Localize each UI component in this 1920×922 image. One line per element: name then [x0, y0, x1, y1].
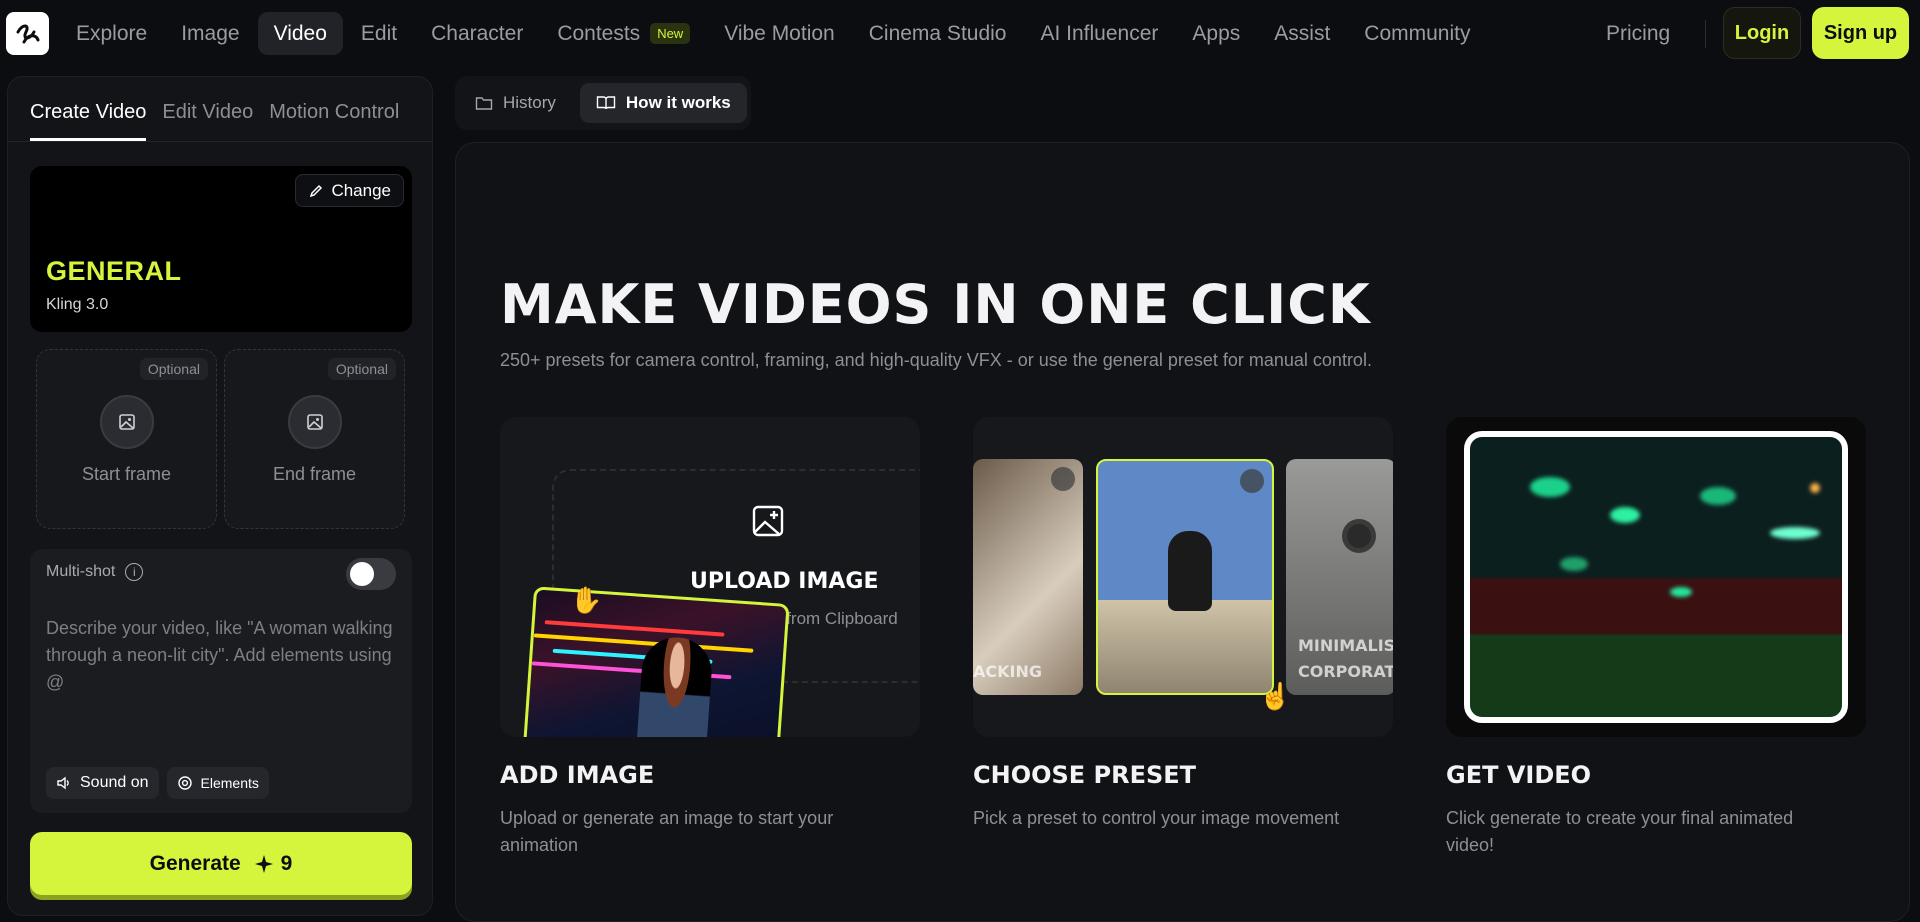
tabs-divider	[8, 141, 432, 142]
image-icon	[99, 395, 154, 449]
model-name: GENERAL	[46, 256, 182, 286]
tab-history[interactable]: History	[459, 83, 572, 123]
preset-label: ACKING	[973, 662, 1042, 681]
step-description: Upload or generate an image to start you…	[500, 808, 834, 855]
hero-title: MAKE VIDEOS IN ONE CLICK	[500, 273, 1371, 336]
nav-vibe-motion[interactable]: Vibe Motion	[708, 12, 851, 55]
hand-cursor-icon: ✋	[570, 585, 603, 615]
tab-how-it-works[interactable]: How it works	[579, 83, 747, 123]
step-description: Pick a preset to control your image move…	[973, 808, 1340, 828]
nav-cinema-studio[interactable]: Cinema Studio	[853, 12, 1023, 55]
generate-label: Generate	[149, 851, 241, 875]
nav-community[interactable]: Community	[1348, 12, 1486, 55]
sample-photo	[522, 586, 790, 737]
book-icon	[596, 96, 616, 110]
toggle-knob	[350, 562, 374, 586]
app-logo[interactable]	[6, 12, 49, 55]
nav-image[interactable]: Image	[165, 12, 255, 55]
start-frame-upload[interactable]: Optional Start frame	[36, 349, 217, 529]
change-model-button[interactable]: Change	[295, 174, 404, 207]
create-panel: Create Video Edit Video Motion Control C…	[7, 76, 433, 916]
view-tabs: History How it works	[455, 76, 751, 130]
add-image-card: UPLOAD IMAGE Paste from Clipboard ✋	[500, 417, 920, 737]
preset-thumb: ACKING	[973, 459, 1083, 695]
choose-preset-card: ACKING MINIMALISM CORPORATE ☝	[973, 417, 1393, 737]
folder-icon	[475, 97, 493, 110]
credit-cost: 9	[253, 851, 293, 876]
optional-badge: Optional	[139, 358, 208, 380]
logo-icon	[16, 24, 39, 43]
history-label: History	[503, 93, 556, 112]
top-nav: Explore Image Video Edit Character Conte…	[0, 0, 1920, 67]
preset-thumb-selected	[1096, 459, 1274, 695]
info-icon[interactable]: i	[125, 563, 144, 581]
end-frame-label: End frame	[272, 464, 357, 484]
pencil-icon	[310, 184, 323, 197]
preset-thumb: MINIMALISM CORPORATE	[1286, 459, 1393, 695]
nav-edit[interactable]: Edit	[345, 12, 413, 55]
mode-tabs: Create Video Edit Video Motion Control	[30, 95, 399, 141]
prompt-box: Multi-shot i Describe your video, like "…	[30, 549, 412, 813]
nav-apps[interactable]: Apps	[1176, 12, 1256, 55]
nav-character[interactable]: Character	[415, 12, 539, 55]
generate-button[interactable]: Generate 9	[30, 832, 412, 895]
nav-explore[interactable]: Explore	[60, 12, 163, 55]
step-description: Click generate to create your final anim…	[1446, 808, 1794, 855]
sound-label: Sound on	[80, 774, 149, 791]
how-it-works-panel: MAKE VIDEOS IN ONE CLICK 250+ presets fo…	[455, 142, 1910, 922]
upload-image-label: UPLOAD IMAGE	[690, 569, 879, 594]
hand-cursor-icon: ☝	[1259, 681, 1292, 711]
sound-toggle[interactable]: Sound on	[46, 767, 159, 799]
preset-icon	[1240, 469, 1264, 493]
nav-video[interactable]: Video	[257, 12, 343, 55]
preset-label: MINIMALISM	[1298, 636, 1393, 655]
credit-cost-value: 9	[280, 851, 293, 875]
elements-label: Elements	[200, 775, 259, 791]
preset-icon	[1051, 467, 1075, 491]
nav-divider	[1705, 20, 1706, 48]
model-version: Kling 3.0	[46, 296, 109, 313]
multishot-toggle[interactable]	[346, 558, 396, 590]
at-icon	[177, 776, 192, 790]
nav-contests[interactable]: Contests New	[541, 12, 706, 55]
end-frame-upload[interactable]: Optional End frame	[224, 349, 405, 529]
step-title: GET VIDEO	[1446, 761, 1592, 789]
login-button[interactable]: Login	[1723, 7, 1801, 59]
prompt-input[interactable]: Describe your video, like "A woman walki…	[46, 615, 396, 696]
optional-badge: Optional	[327, 358, 396, 380]
nav-pricing[interactable]: Pricing	[1590, 12, 1686, 55]
tab-motion-control[interactable]: Motion Control	[269, 95, 399, 141]
elements-button[interactable]: Elements	[166, 767, 269, 799]
preset-label: CORPORATE	[1298, 662, 1393, 681]
step-title: ADD IMAGE	[500, 761, 655, 789]
multishot-row: Multi-shot i	[46, 563, 144, 581]
speaker-icon	[57, 776, 69, 790]
image-icon	[287, 395, 342, 449]
how-it-works-label: How it works	[625, 93, 731, 112]
model-card[interactable]: Change GENERAL Kling 3.0	[30, 166, 412, 332]
step-title: CHOOSE PRESET	[973, 761, 1197, 789]
tab-create-video[interactable]: Create Video	[30, 95, 147, 141]
hero-subtitle: 250+ presets for camera control, framing…	[500, 350, 1372, 370]
start-frame-label: Start frame	[81, 464, 172, 484]
tab-edit-video[interactable]: Edit Video	[162, 95, 253, 141]
video-preview	[1464, 431, 1848, 723]
nav-ai-influencer[interactable]: AI Influencer	[1024, 12, 1174, 55]
nav-assist[interactable]: Assist	[1258, 12, 1346, 55]
get-video-card	[1446, 417, 1866, 737]
multishot-label: Multi-shot	[46, 563, 116, 580]
image-plus-icon	[750, 503, 786, 544]
sparkle-icon	[254, 854, 273, 873]
new-badge: New	[650, 23, 691, 44]
change-label: Change	[331, 180, 391, 200]
signup-button[interactable]: Sign up	[1812, 7, 1909, 59]
nav-contests-label: Contests	[557, 21, 641, 45]
